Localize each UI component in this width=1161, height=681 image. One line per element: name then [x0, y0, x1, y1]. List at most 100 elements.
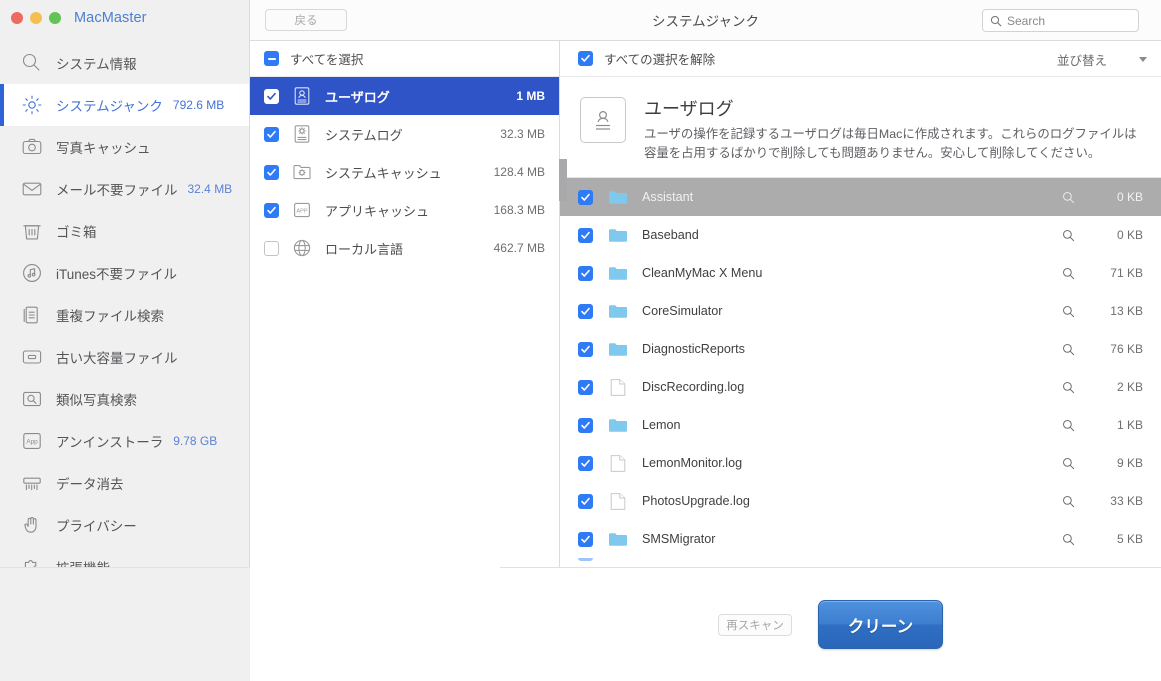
- category-checkbox[interactable]: [264, 240, 279, 256]
- file-row[interactable]: PhotosUpgrade.log 33 KB: [560, 482, 1161, 520]
- folder-icon: [606, 417, 630, 433]
- maximize-button[interactable]: [49, 12, 61, 24]
- file-checkbox[interactable]: [578, 379, 593, 395]
- file-row[interactable]: Baseband 0 KB: [560, 216, 1161, 254]
- magnifier-icon: [19, 50, 45, 76]
- sidebar-item-label: システム情報: [56, 57, 137, 72]
- file-row[interactable]: DiscRecording.log 2 KB: [560, 368, 1161, 406]
- reveal-in-finder-icon[interactable]: [1055, 191, 1081, 204]
- clean-button[interactable]: クリーン: [818, 600, 943, 649]
- file-row[interactable]: CoreSimulator 13 KB: [560, 292, 1161, 330]
- search-placeholder: Search: [1007, 13, 1046, 28]
- file-row[interactable]: DiagnosticReports 76 KB: [560, 330, 1161, 368]
- action-bar: 再スキャン クリーン: [500, 567, 1161, 681]
- shredder-icon: [19, 470, 45, 496]
- sidebar-item-size: 32.4 MB: [187, 182, 233, 196]
- select-all-checkbox[interactable]: [264, 51, 279, 66]
- title-bar: MacMaster: [0, 0, 249, 36]
- app-box-icon: App: [19, 428, 45, 454]
- category-row[interactable]: APP アプリキャッシュ 168.3 MB: [250, 191, 559, 229]
- reveal-in-finder-icon[interactable]: [1055, 457, 1081, 470]
- sidebar-item-3[interactable]: 写真キャッシュ: [0, 126, 249, 168]
- reveal-in-finder-icon[interactable]: [1055, 419, 1081, 432]
- select-all-row[interactable]: すべてを選択: [250, 41, 559, 77]
- reveal-in-finder-icon[interactable]: [1055, 533, 1081, 546]
- sidebar-item-6[interactable]: iTunes不要ファイル: [0, 252, 249, 294]
- sidebar-item-1[interactable]: システム情報: [0, 42, 249, 84]
- file-checkbox[interactable]: [578, 417, 593, 433]
- deselect-all-row[interactable]: すべての選択を解除 並び替え: [560, 41, 1161, 77]
- reveal-in-finder-icon[interactable]: [1055, 495, 1081, 508]
- sidebar-item-size: 9.78 GB: [173, 434, 218, 448]
- mail-icon: [19, 176, 45, 202]
- file-checkbox[interactable]: [578, 493, 593, 509]
- sort-dropdown[interactable]: 並び替え: [1057, 41, 1147, 77]
- sidebar-item-label: 重複ファイル検索: [56, 309, 164, 324]
- reveal-in-finder-icon[interactable]: [1055, 267, 1081, 280]
- file-row[interactable]: LemonMonitor.log 9 KB: [560, 444, 1161, 482]
- file-size: 1 KB: [1116, 418, 1143, 432]
- file-checkbox[interactable]: [578, 227, 593, 243]
- rescan-button[interactable]: 再スキャン: [718, 613, 792, 636]
- category-checkbox[interactable]: [264, 126, 279, 142]
- category-row[interactable]: システムログ 32.3 MB: [250, 115, 559, 153]
- sidebar-item-11[interactable]: データ消去: [0, 462, 249, 504]
- sidebar-item-label: 類似写真検索: [56, 393, 137, 408]
- category-name: システムキャッシュ: [325, 165, 442, 181]
- category-scrollbar-thumb[interactable]: [559, 159, 567, 201]
- system-log-icon: [291, 124, 313, 144]
- file-row[interactable]: Lemon 1 KB: [560, 406, 1161, 444]
- close-button[interactable]: [11, 12, 23, 24]
- category-checkbox[interactable]: [264, 88, 279, 104]
- sidebar-item-12[interactable]: プライバシー: [0, 504, 249, 546]
- file-checkbox[interactable]: [578, 455, 593, 471]
- category-name: システムログ: [325, 127, 403, 143]
- file-checkbox[interactable]: [578, 303, 593, 319]
- file-checkbox[interactable]: [578, 341, 593, 357]
- gear-icon: [19, 92, 45, 118]
- detail-header-text: ユーザログ ユーザの操作を記録するユーザログは毎日Macに作成されます。これらの…: [644, 95, 1139, 163]
- deselect-all-checkbox[interactable]: [578, 51, 593, 66]
- select-all-label: すべてを選択: [290, 53, 364, 67]
- reveal-in-finder-icon[interactable]: [1055, 381, 1081, 394]
- sidebar-item-10[interactable]: App アンインストーラ 9.78 GB: [0, 420, 249, 462]
- category-row[interactable]: ユーザログ 1 MB: [250, 77, 559, 115]
- minimize-button[interactable]: [30, 12, 42, 24]
- music-note-icon: [19, 260, 45, 286]
- file-row[interactable]: CleanMyMac X Menu 71 KB: [560, 254, 1161, 292]
- file-checkbox[interactable]: [578, 265, 593, 281]
- category-row[interactable]: システムキャッシュ 128.4 MB: [250, 153, 559, 191]
- file-checkbox[interactable]: [578, 531, 593, 547]
- category-row[interactable]: ローカル言語 462.7 MB: [250, 229, 559, 267]
- sidebar-item-8[interactable]: 古い大容量ファイル: [0, 336, 249, 378]
- category-checkbox[interactable]: [264, 164, 279, 180]
- file-size: 33 KB: [1110, 494, 1143, 508]
- category-list: ユーザログ 1 MB システムログ 32.3 MB システムキャッシュ 128.4 MB A…: [250, 77, 559, 267]
- search-icon: [990, 15, 1002, 27]
- file-name: CoreSimulator: [642, 304, 723, 318]
- file-name: Lemon: [642, 418, 681, 432]
- folder-icon: [606, 227, 630, 243]
- sidebar-item-5[interactable]: ゴミ箱: [0, 210, 249, 252]
- sidebar-item-7[interactable]: 重複ファイル検索: [0, 294, 249, 336]
- file-size: 0 KB: [1116, 228, 1143, 242]
- row-checkbox[interactable]: [578, 558, 593, 561]
- user-log-icon: [291, 86, 313, 106]
- sidebar-item-9[interactable]: 類似写真検索: [0, 378, 249, 420]
- content-area: 戻る システムジャンク Search すべてを選択 ユーザログ 1 MB システムロ…: [250, 0, 1161, 681]
- back-button[interactable]: 戻る: [265, 9, 347, 31]
- sidebar-item-4[interactable]: メール不要ファイル 32.4 MB: [0, 168, 249, 210]
- globe-icon: [291, 238, 313, 258]
- chevron-down-icon: [1139, 56, 1147, 62]
- file-row[interactable]: SMSMigrator 5 KB: [560, 520, 1161, 558]
- reveal-in-finder-icon[interactable]: [1055, 229, 1081, 242]
- svg-text:App: App: [26, 439, 38, 446]
- file-name: DiagnosticReports: [642, 342, 745, 356]
- file-row[interactable]: Assistant 0 KB: [560, 178, 1161, 216]
- sidebar-item-2[interactable]: システムジャンク 792.6 MB: [0, 84, 249, 126]
- file-checkbox[interactable]: [578, 189, 593, 205]
- category-checkbox[interactable]: [264, 202, 279, 218]
- reveal-in-finder-icon[interactable]: [1055, 305, 1081, 318]
- search-field[interactable]: Search: [982, 9, 1139, 32]
- reveal-in-finder-icon[interactable]: [1055, 343, 1081, 356]
